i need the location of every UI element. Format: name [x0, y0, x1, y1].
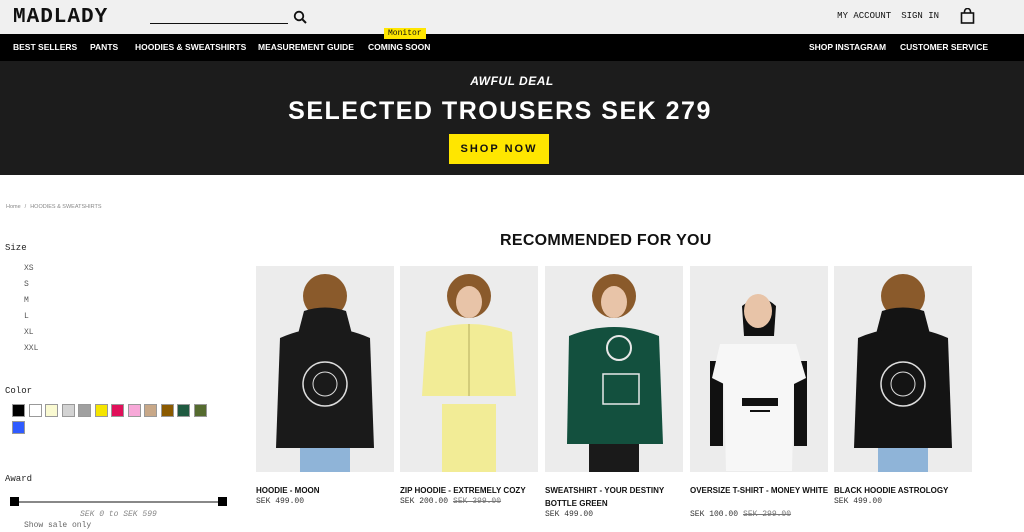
hero-banner: AWFUL DEAL SELECTED TROUSERS SEK 279 SHO… [0, 61, 1024, 175]
monitor-badge: Monitor [384, 28, 426, 39]
show-sale-only-toggle[interactable]: Show sale only [24, 521, 91, 530]
color-filter-title: Color [5, 386, 33, 396]
price-slider-min-handle[interactable] [10, 497, 19, 506]
size-option-s[interactable]: S [24, 280, 29, 289]
breadcrumb-current[interactable]: HOODIES & SWEATSHIRTS [30, 204, 101, 210]
hero-pretitle: AWFUL DEAL [470, 74, 554, 88]
color-swatch[interactable] [28, 404, 42, 417]
original-price: SEK 399.00 [453, 497, 502, 506]
color-swatch[interactable] [111, 404, 124, 417]
breadcrumb: Home / HOODIES & SWEATSHIRTS [6, 204, 102, 210]
size-option-xs[interactable]: XS [24, 264, 34, 273]
nav-hoodies-sweatshirts[interactable]: HOODIES & SWEATSHIRTS [135, 42, 246, 52]
model-photo [400, 266, 538, 472]
color-swatch[interactable] [193, 404, 207, 417]
main-nav: BEST SELLERS PANTS HOODIES & SWEATSHIRTS… [0, 34, 1024, 61]
color-swatch[interactable] [160, 404, 174, 417]
shopping-bag-icon[interactable] [960, 8, 975, 24]
current-price: SEK 499.00 [834, 497, 883, 506]
product-name[interactable]: SWEATSHIRT - YOUR DESTINY BOTTLE GREEN [545, 484, 685, 510]
breadcrumb-home[interactable]: Home [6, 204, 21, 210]
product-name[interactable]: ZIP HOODIE - EXTREMELY COZY [400, 484, 540, 497]
size-option-xxl[interactable]: XXL [24, 344, 38, 353]
product-price: SEK 499.00 [545, 510, 593, 519]
model-photo [545, 266, 683, 472]
sign-in-link[interactable]: SIGN IN [901, 11, 939, 21]
nav-pants[interactable]: PANTS [90, 42, 118, 52]
nav-customer-service[interactable]: CUSTOMER SERVICE [900, 42, 988, 52]
account-links: MY ACCOUNT SIGN IN [837, 11, 939, 21]
price-slider-track[interactable] [14, 501, 222, 503]
original-price: SEK 299.00 [743, 510, 792, 519]
search-input[interactable] [150, 23, 288, 24]
current-price: SEK 499.00 [545, 510, 594, 519]
product-price: SEK 100.00 SEK 299.00 [690, 510, 791, 519]
nav-measurement-guide[interactable]: MEASUREMENT GUIDE [258, 42, 354, 52]
color-swatch[interactable] [12, 404, 25, 417]
current-price: SEK 499.00 [256, 497, 305, 506]
recommended-title: RECOMMENDED FOR YOU [500, 232, 712, 249]
size-option-xl[interactable]: XL [24, 328, 34, 337]
breadcrumb-separator: / [24, 204, 27, 210]
product-image[interactable] [400, 266, 538, 472]
price-range-label: SEK 0 to SEK 599 [80, 510, 157, 519]
color-swatch[interactable] [144, 404, 157, 417]
product-image[interactable] [690, 266, 828, 472]
model-photo [256, 266, 394, 472]
size-filter-title: Size [5, 243, 27, 253]
shop-now-button[interactable]: SHOP NOW [449, 134, 549, 164]
product-image[interactable] [545, 266, 683, 472]
price-slider-max-handle[interactable] [218, 497, 227, 506]
search-icon[interactable] [293, 10, 307, 24]
product-name[interactable]: HOODIE - MOON [256, 484, 396, 497]
color-swatch[interactable] [12, 421, 25, 434]
product-price: SEK 499.00 [256, 497, 304, 506]
award-filter-title: Award [5, 474, 33, 484]
product-price: SEK 200.00 SEK 399.00 [400, 497, 501, 506]
color-swatch[interactable] [61, 404, 75, 417]
my-account-link[interactable]: MY ACCOUNT [837, 11, 891, 21]
color-swatch[interactable] [45, 404, 58, 417]
product-image[interactable] [834, 266, 972, 472]
color-swatch[interactable] [94, 404, 108, 417]
model-photo [834, 266, 972, 472]
model-photo [690, 266, 828, 472]
top-bar: MADLADY MY ACCOUNT SIGN IN [0, 0, 1024, 34]
product-name[interactable]: BLACK HOODIE ASTROLOGY [834, 484, 974, 497]
color-swatch[interactable] [177, 404, 190, 417]
logo[interactable]: MADLADY [13, 6, 108, 29]
search-field[interactable] [150, 9, 308, 25]
color-swatch[interactable] [78, 404, 91, 417]
nav-coming-soon[interactable]: COMING SOON [368, 42, 430, 52]
hero-title: SELECTED TROUSERS SEK 279 [288, 97, 712, 125]
nav-shop-instagram[interactable]: SHOP INSTAGRAM [809, 42, 886, 52]
current-price: SEK 100.00 [690, 510, 739, 519]
current-price: SEK 200.00 [400, 497, 449, 506]
product-image[interactable] [256, 266, 394, 472]
product-price: SEK 499.00 [834, 497, 882, 506]
color-swatch[interactable] [127, 404, 141, 417]
size-option-m[interactable]: M [24, 296, 29, 305]
size-option-l[interactable]: L [24, 312, 29, 321]
product-name[interactable]: OVERSIZE T-SHIRT - MONEY WHITE [690, 484, 830, 497]
nav-best-sellers[interactable]: BEST SELLERS [13, 42, 77, 52]
